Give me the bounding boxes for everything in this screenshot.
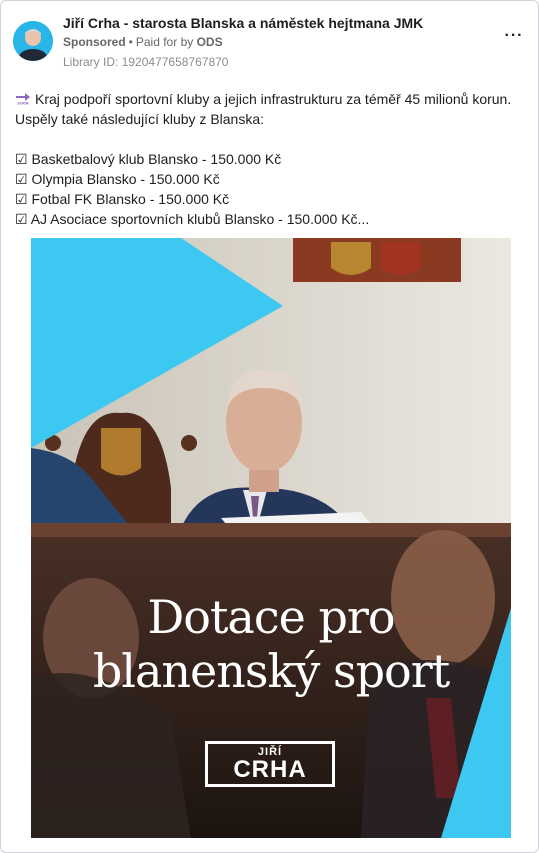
post-text: SOON Kraj podpoří sportovní kluby a jeji… — [15, 89, 524, 229]
list-item-text: AJ Asociace sportovních klubů Blansko - … — [30, 211, 370, 227]
list-item-text: Basketbalový klub Blansko - 150.000 Kč — [31, 151, 282, 167]
list-item: ☑ AJ Asociace sportovních klubů Blansko … — [15, 209, 524, 229]
list-item: ☑ Olympia Blansko - 150.000 Kč — [15, 169, 524, 189]
list-item: ☑ Basketbalový klub Blansko - 150.000 Kč — [15, 149, 524, 169]
checkbox-icon: ☑ — [15, 191, 28, 207]
ad-creative-image[interactable]: Dotace pro blanenský sport JIŘÍ CRHA — [31, 238, 511, 838]
ad-card: Jiří Crha - starosta Blanska a náměstek … — [0, 0, 539, 853]
paid-for-prefix: Paid for by — [135, 35, 194, 49]
library-id: Library ID: 1920477658767870 — [63, 55, 229, 69]
logo-line-2: CRHA — [233, 756, 307, 783]
page-avatar[interactable] — [13, 21, 53, 61]
intro-paragraph: SOON Kraj podpoří sportovní kluby a jeji… — [15, 89, 524, 109]
headline-line-2: blanenský sport — [92, 644, 450, 698]
list-item-text: Olympia Blansko - 150.000 Kč — [31, 171, 220, 187]
list-item: ☑ Fotbal FK Blansko - 150.000 Kč — [15, 189, 524, 209]
svg-text:SOON: SOON — [17, 102, 28, 106]
headline-line-1: Dotace pro — [147, 590, 395, 644]
arrow-soon-icon: SOON — [15, 90, 31, 106]
avatar-portrait-icon — [13, 21, 53, 61]
intro-line-2: Uspěly také následující kluby z Blanska: — [15, 111, 265, 127]
sponsored-line: Sponsored • Paid for by ODS — [63, 35, 223, 49]
checkbox-icon: ☑ — [15, 211, 28, 227]
checkbox-icon: ☑ — [15, 151, 28, 167]
creative-headline: Dotace pro blanenský sport — [31, 590, 511, 698]
sponsored-label: Sponsored — [63, 35, 126, 49]
post-header: Jiří Crha - starosta Blanska a náměstek … — [13, 13, 526, 73]
checkbox-icon: ☑ — [15, 171, 28, 187]
payer-name[interactable]: ODS — [197, 35, 223, 49]
more-options-icon[interactable]: ··· — [502, 28, 526, 45]
crha-logo: JIŘÍ CRHA — [205, 741, 335, 787]
list-item-text: Fotbal FK Blansko - 150.000 Kč — [31, 191, 230, 207]
separator-dot: • — [128, 35, 133, 49]
intro-line-1: Kraj podpoří sportovní kluby a jejich in… — [35, 91, 512, 107]
page-name[interactable]: Jiří Crha - starosta Blanska a náměstek … — [63, 15, 423, 31]
